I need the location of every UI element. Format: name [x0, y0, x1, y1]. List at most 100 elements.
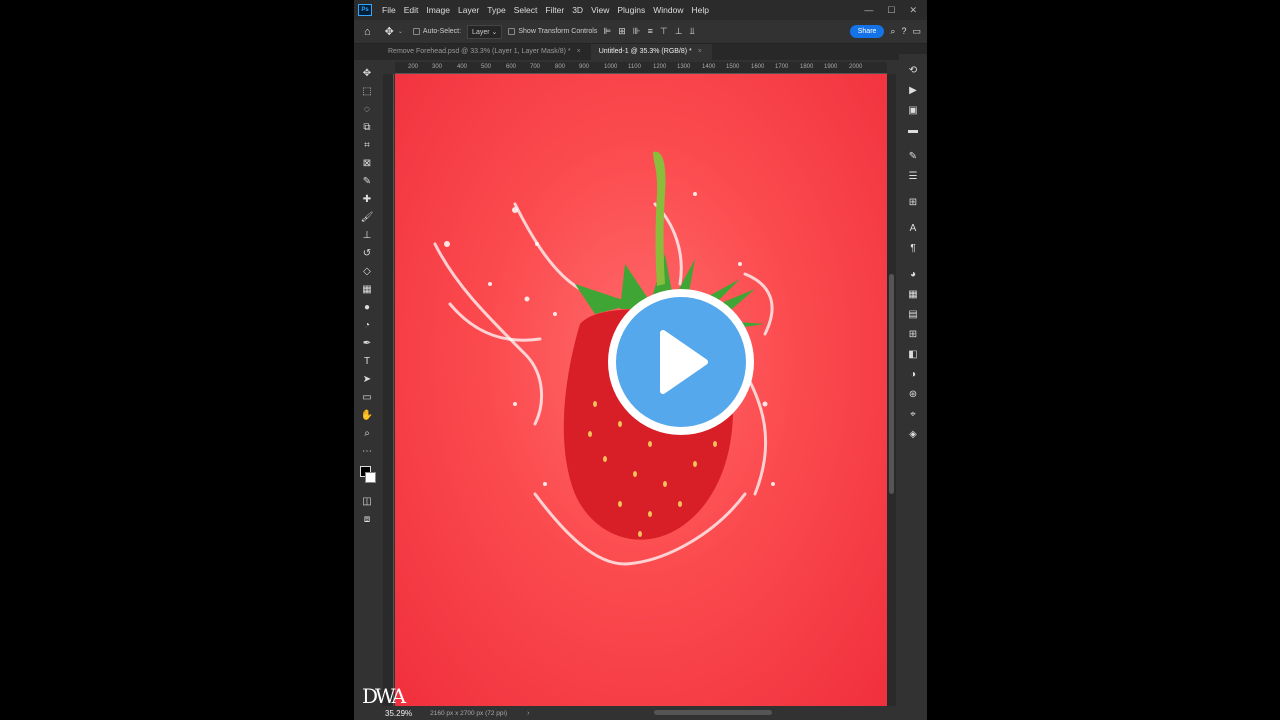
rectangle-icon[interactable]: ▭: [357, 388, 377, 406]
close-icon[interactable]: ×: [577, 48, 581, 55]
menu-3d[interactable]: 3D: [568, 5, 587, 15]
quick-mask-icon[interactable]: ◫: [357, 492, 377, 510]
zoom-icon[interactable]: ⌕: [357, 424, 377, 442]
distribute-icon[interactable]: ≡: [648, 26, 653, 37]
swatches-icon[interactable]: ▦: [903, 284, 923, 304]
menu-view[interactable]: View: [587, 5, 613, 15]
auto-select-checkbox[interactable]: [412, 28, 420, 35]
vertical-scrollbar[interactable]: [887, 74, 896, 706]
help-icon[interactable]: ?: [901, 26, 906, 37]
menu-type[interactable]: Type: [483, 5, 509, 15]
more-tools-icon[interactable]: ⋯: [357, 442, 377, 460]
ruler-tick: 1300: [677, 64, 691, 70]
paragraph-icon[interactable]: ¶: [903, 238, 923, 258]
channels-icon[interactable]: ⊛: [903, 384, 923, 404]
character-icon[interactable]: A: [903, 218, 923, 238]
play-button-inner: [616, 297, 746, 427]
show-transform-checkbox[interactable]: [508, 28, 516, 35]
brushes-icon[interactable]: ✎: [903, 146, 923, 166]
tools-panel: ✥ ⬚ ◌ ⧉ ⌗ ⊠ ✎ ✚ 🖌 ⊥ ↺ ◇ ▦ ● ◔ ✒ T ➤ ▭ ✋ …: [354, 60, 380, 720]
minimize-button[interactable]: —: [864, 5, 873, 16]
paths-icon[interactable]: ⌖: [903, 404, 923, 424]
menu-filter[interactable]: Filter: [541, 5, 568, 15]
align-bottom-icon[interactable]: ⫫: [690, 26, 695, 37]
color-icon[interactable]: ◕: [903, 264, 923, 284]
background-color[interactable]: [365, 472, 376, 483]
eyedropper-icon[interactable]: ✎: [357, 172, 377, 190]
history-brush-icon[interactable]: ↺: [357, 244, 377, 262]
align-left-icon[interactable]: ⊫: [603, 26, 611, 37]
screen-mode-icon[interactable]: ⧈: [357, 510, 377, 528]
hand-icon[interactable]: ✋: [357, 406, 377, 424]
history-icon[interactable]: ⟲: [903, 60, 923, 80]
stamp-icon[interactable]: ⊥: [357, 226, 377, 244]
pen-icon[interactable]: ✒: [357, 334, 377, 352]
align-center-icon[interactable]: ⊞: [618, 26, 626, 37]
status-menu-arrow[interactable]: ›: [527, 710, 529, 717]
properties-icon[interactable]: ⊞: [903, 192, 923, 212]
play-button[interactable]: [608, 289, 754, 435]
document-info: 2160 px x 2700 px (72 ppi): [430, 709, 508, 717]
lasso-icon[interactable]: ◌: [357, 100, 377, 118]
ruler-tick: 1000: [604, 64, 618, 70]
frame-icon[interactable]: ⊠: [357, 154, 377, 172]
auto-select-target-dropdown[interactable]: Layer ⌄: [467, 24, 503, 39]
align-right-icon[interactable]: ⊪: [633, 26, 641, 37]
tab-label: Remove Forehead.psd @ 33.3% (Layer 1, La…: [388, 48, 571, 55]
comments-icon[interactable]: ▬: [903, 120, 923, 140]
actions-icon[interactable]: ▶: [903, 80, 923, 100]
maximize-button[interactable]: ☐: [887, 5, 895, 16]
eraser-icon[interactable]: ◇: [357, 262, 377, 280]
align-top-icon[interactable]: ⊤: [660, 26, 668, 37]
menu-select[interactable]: Select: [510, 5, 542, 15]
vertical-scroll-thumb[interactable]: [889, 274, 894, 494]
libraries-icon[interactable]: ▣: [903, 100, 923, 120]
align-middle-icon[interactable]: ⊥: [675, 26, 683, 37]
search-icon[interactable]: ⌕: [890, 26, 895, 37]
path-select-icon[interactable]: ➤: [357, 370, 377, 388]
type-icon[interactable]: T: [357, 352, 377, 370]
share-button[interactable]: Share: [849, 25, 885, 38]
gradients-icon[interactable]: ▤: [903, 304, 923, 324]
layers-icon[interactable]: ◈: [903, 424, 923, 444]
styles-icon[interactable]: ◑: [903, 364, 923, 384]
object-select-icon[interactable]: ⧉: [357, 118, 377, 136]
options-right-icons: ⌕ ? ▭: [890, 26, 921, 37]
marquee-icon[interactable]: ⬚: [357, 82, 377, 100]
close-icon[interactable]: ×: [698, 48, 702, 55]
menu-help[interactable]: Help: [687, 5, 712, 15]
horizontal-scroll-thumb[interactable]: [654, 710, 772, 715]
move-tool-preset-icon[interactable]: ✥: [385, 25, 394, 38]
gradient-icon[interactable]: ▦: [357, 280, 377, 298]
menu-file[interactable]: File: [378, 5, 400, 15]
chevron-down-icon[interactable]: ⌄: [398, 28, 403, 35]
move-icon[interactable]: ✥: [357, 64, 377, 82]
home-icon[interactable]: ⌂: [364, 26, 371, 38]
menu-layer[interactable]: Layer: [454, 5, 483, 15]
menu-edit[interactable]: Edit: [400, 5, 423, 15]
menu-plugins[interactable]: Plugins: [613, 5, 649, 15]
panel-icons-strip: ⟲ ▶ ▣ ▬ ✎ ☰ ⊞ A ¶ ◕ ▦ ▤ ⊞ ◧ ◑ ⊛ ⌖ ◈: [899, 54, 927, 720]
menu-window[interactable]: Window: [649, 5, 687, 15]
ruler-tick: 800: [555, 64, 566, 70]
strawberry-stem: [653, 151, 666, 286]
workspace-icon[interactable]: ▭: [912, 26, 921, 37]
window-controls: — ☐ ✕: [864, 5, 917, 16]
patterns-icon[interactable]: ⊞: [903, 324, 923, 344]
color-swatches[interactable]: [357, 464, 377, 486]
adjustments-icon[interactable]: ◧: [903, 344, 923, 364]
brush-settings-icon[interactable]: ☰: [903, 166, 923, 186]
document-canvas[interactable]: [395, 74, 887, 706]
ruler-tick: 900: [579, 64, 590, 70]
blur-icon[interactable]: ●: [357, 298, 377, 316]
crop-icon[interactable]: ⌗: [357, 136, 377, 154]
tab-remove-forehead[interactable]: Remove Forehead.psd @ 33.3% (Layer 1, La…: [354, 44, 591, 60]
menu-image[interactable]: Image: [422, 5, 454, 15]
menu-bar: Ps File Edit Image Layer Type Select Fil…: [354, 0, 927, 20]
tab-untitled-1[interactable]: Untitled-1 @ 35.3% (RGB/8) * ×: [590, 44, 712, 60]
dodge-icon[interactable]: ◔: [357, 316, 377, 334]
close-button[interactable]: ✕: [909, 5, 917, 16]
brush-icon[interactable]: 🖌: [357, 208, 377, 226]
healing-icon[interactable]: ✚: [357, 190, 377, 208]
zoom-level[interactable]: 35.29%: [385, 709, 412, 718]
